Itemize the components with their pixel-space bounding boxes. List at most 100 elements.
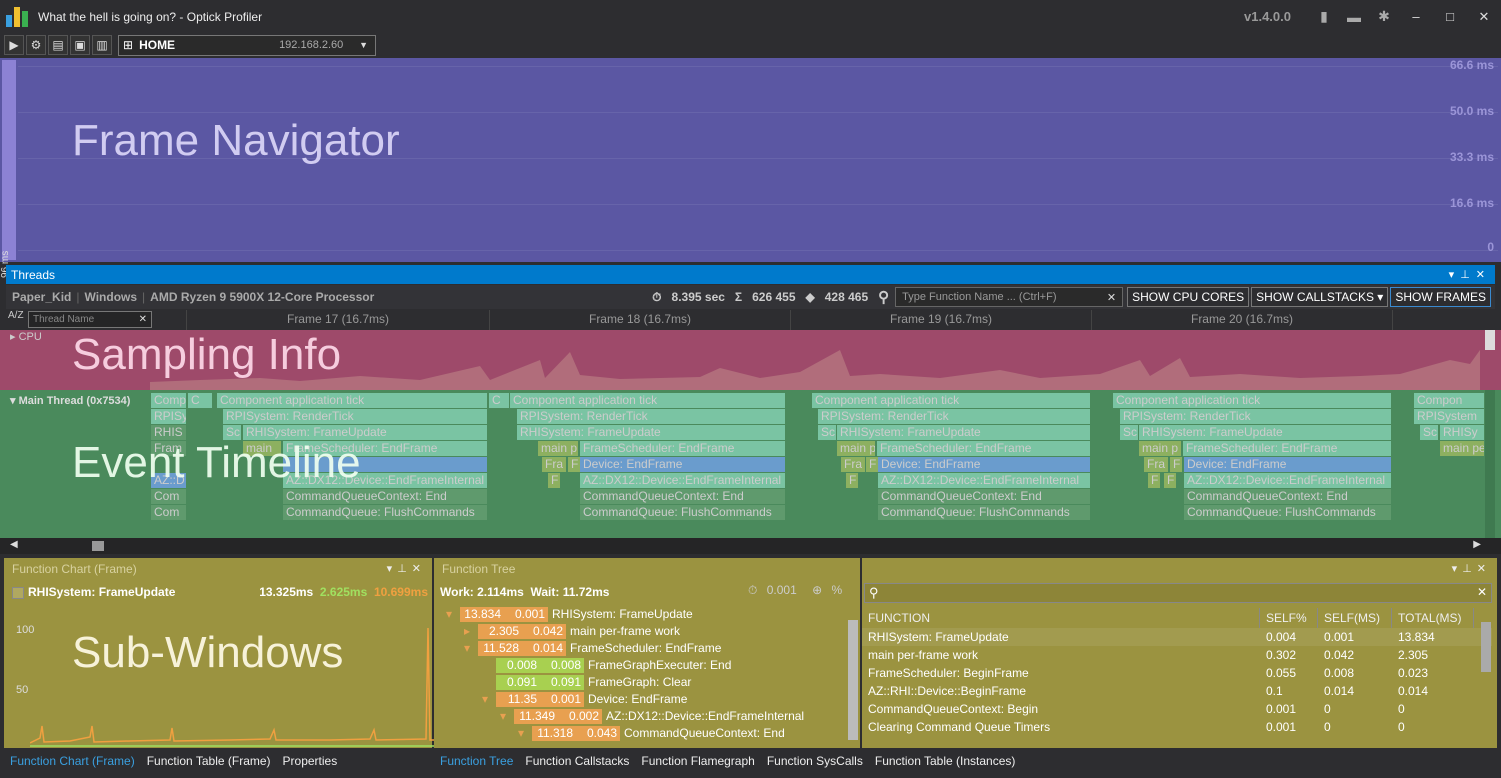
tree-row[interactable]: ▾ 11.528 0.014 FrameScheduler: EndFrame: [464, 641, 721, 656]
event-block[interactable]: RHISystem: FrameUpdate: [837, 425, 1090, 440]
event-block[interactable]: AZ::DX12::Device::EndFrameInternal: [878, 473, 1090, 488]
open-folder-icon[interactable]: ▤: [48, 35, 68, 55]
event-block[interactable]: F: [568, 457, 580, 472]
scroll-thumb[interactable]: [92, 541, 104, 551]
event-block[interactable]: CommandQueue: FlushCommands: [580, 505, 785, 520]
event-block[interactable]: RHISy: [1440, 425, 1484, 440]
chat-icon[interactable]: ▬: [1339, 9, 1369, 25]
tab-function-tree[interactable]: Function Tree: [434, 754, 519, 768]
clear-icon[interactable]: ✕: [1477, 585, 1487, 599]
target-icon[interactable]: ⊕: [812, 583, 822, 597]
tree-scrollbar[interactable]: [848, 620, 858, 740]
main-thread-label[interactable]: ▾ Main Thread (0x7534): [10, 394, 130, 407]
timeline-vscroll[interactable]: [1485, 390, 1495, 538]
event-block[interactable]: RHISystem: FrameUpdate: [1139, 425, 1391, 440]
event-block[interactable]: C: [188, 393, 212, 408]
bug-icon[interactable]: ✱: [1369, 8, 1399, 25]
event-block[interactable]: Fra: [841, 457, 865, 472]
close-button[interactable]: ✕: [1467, 9, 1501, 25]
event-block[interactable]: CommandQueue: FlushCommands: [878, 505, 1090, 520]
event-block[interactable]: RPISystem: RenderTick: [818, 409, 1090, 424]
connection-dropdown[interactable]: ⊞ HOME 192.168.2.60 ▼: [118, 34, 376, 56]
event-block[interactable]: AZ::DX12::Device::EndFrameInternal: [580, 473, 785, 488]
col-self-pct[interactable]: SELF%: [1260, 608, 1318, 628]
expand-icon[interactable]: ▾: [482, 692, 496, 707]
sampling-row[interactable]: ▸ CPU Sampling Info: [0, 330, 1501, 390]
event-block[interactable]: F: [846, 473, 858, 488]
col-total-ms[interactable]: TOTAL(MS): [1392, 608, 1474, 628]
function-search-input[interactable]: Type Function Name ... (Ctrl+F) ✕: [895, 287, 1124, 307]
event-block[interactable]: Component application tick: [1113, 393, 1391, 408]
event-block[interactable]: Sc: [818, 425, 836, 440]
show-frames-button[interactable]: SHOW FRAMES: [1390, 287, 1491, 307]
col-function[interactable]: FUNCTION: [862, 608, 1260, 628]
event-block[interactable]: F: [1164, 473, 1176, 488]
table-row[interactable]: AZ::RHI::Device::BeginFrame 0.1 0.014 0.014: [862, 682, 1492, 700]
event-block[interactable]: Com: [151, 505, 186, 520]
navigator-selection[interactable]: [2, 60, 16, 260]
play-icon[interactable]: ▶: [4, 35, 24, 55]
tree-row[interactable]: 0.008 0.008 FrameGraphExecuter: End: [482, 658, 731, 673]
event-block[interactable]: Device: EndFrame: [878, 457, 1090, 472]
sort-az-icon[interactable]: A/Z: [8, 310, 24, 321]
event-block[interactable]: Device: EndFrame: [580, 457, 785, 472]
event-block[interactable]: Comp: [151, 393, 186, 408]
table-row[interactable]: Clearing Command Queue Timers 0.001 0 0: [862, 718, 1492, 736]
event-block[interactable]: F: [866, 457, 878, 472]
expand-icon[interactable]: ▾: [446, 607, 460, 622]
event-block[interactable]: FrameScheduler: EndFrame: [1183, 441, 1391, 456]
event-block[interactable]: main pe: [1440, 441, 1484, 456]
trash-icon[interactable]: ▥: [92, 35, 112, 55]
table-scrollbar[interactable]: [1481, 622, 1491, 672]
frame-label[interactable]: Frame 19 (16.7ms): [866, 312, 1016, 326]
tab-function-callstacks[interactable]: Function Callstacks: [519, 754, 635, 768]
event-block[interactable]: CommandQueueContext: End: [878, 489, 1090, 504]
thread-name-filter[interactable]: Thread Name ✕: [28, 311, 152, 328]
event-block[interactable]: F: [548, 473, 560, 488]
show-cpu-cores-button[interactable]: SHOW CPU CORES: [1127, 287, 1250, 307]
tab-function-syscalls[interactable]: Function SysCalls: [761, 754, 869, 768]
scroll-right-icon[interactable]: ▶: [1473, 539, 1481, 550]
frame-navigator[interactable]: 96 ms 66.6 ms 50.0 ms 33.3 ms 16.6 ms 0 …: [0, 58, 1501, 278]
pane-controls[interactable]: ▾⊥✕: [1452, 562, 1491, 575]
tree-row[interactable]: ▸ 2.305 0.042 main per-frame work: [464, 624, 680, 639]
event-block[interactable]: CommandQueueContext: End: [1184, 489, 1391, 504]
event-block[interactable]: Component application tick: [217, 393, 487, 408]
settings-gear-icon[interactable]: ⚙: [26, 35, 46, 55]
event-block[interactable]: main p: [538, 441, 578, 456]
event-block[interactable]: C: [489, 393, 509, 408]
tree-row[interactable]: ▾ 11.318 0.043 CommandQueueContext: End: [518, 726, 785, 741]
minimize-button[interactable]: –: [1399, 9, 1433, 24]
event-block[interactable]: RPISystem: RenderTick: [1120, 409, 1391, 424]
expand-icon[interactable]: ▾: [518, 726, 532, 741]
tab-function-table-instances[interactable]: Function Table (Instances): [869, 754, 1022, 768]
event-block[interactable]: Fra: [1144, 457, 1168, 472]
maximize-button[interactable]: □: [1433, 9, 1467, 24]
frame-label[interactable]: Frame 17 (16.7ms): [263, 312, 413, 326]
event-block[interactable]: CommandQueue: FlushCommands: [1184, 505, 1391, 520]
event-block[interactable]: main p: [1139, 441, 1181, 456]
event-block[interactable]: AZ::DX12::Device::EndFrameInternal: [1184, 473, 1391, 488]
table-row[interactable]: CommandQueueContext: Begin 0.001 0 0: [862, 700, 1492, 718]
frame-label[interactable]: Frame 20 (16.7ms): [1167, 312, 1317, 326]
table-row[interactable]: RHISystem: FrameUpdate 0.004 0.001 13.834: [862, 628, 1492, 646]
event-block[interactable]: RPISystem: [1414, 409, 1484, 424]
event-block[interactable]: RHISystem: FrameUpdate: [517, 425, 785, 440]
tab-function-chart[interactable]: Function Chart (Frame): [4, 754, 141, 768]
expand-icon[interactable]: ▾: [464, 641, 478, 656]
book-icon[interactable]: ▮: [1309, 8, 1339, 25]
event-block[interactable]: Component application tick: [510, 393, 785, 408]
panel-controls[interactable]: ▾⊥✕: [1449, 268, 1491, 281]
frame-label[interactable]: Frame 18 (16.7ms): [565, 312, 715, 326]
tab-function-flamegraph[interactable]: Function Flamegraph: [635, 754, 760, 768]
event-block[interactable]: Sc: [1120, 425, 1138, 440]
event-block[interactable]: main p: [837, 441, 875, 456]
table-row[interactable]: main per-frame work 0.302 0.042 2.305: [862, 646, 1492, 664]
tab-function-table-frame[interactable]: Function Table (Frame): [141, 754, 277, 768]
table-row[interactable]: FrameScheduler: BeginFrame 0.055 0.008 0.02…: [862, 664, 1492, 682]
event-block[interactable]: CommandQueueContext: End: [580, 489, 785, 504]
expand-icon[interactable]: ▸: [464, 624, 478, 639]
event-block[interactable]: RPISystem: RenderTick: [223, 409, 487, 424]
event-block[interactable]: F: [1170, 457, 1182, 472]
event-block[interactable]: FrameScheduler: EndFrame: [877, 441, 1090, 456]
